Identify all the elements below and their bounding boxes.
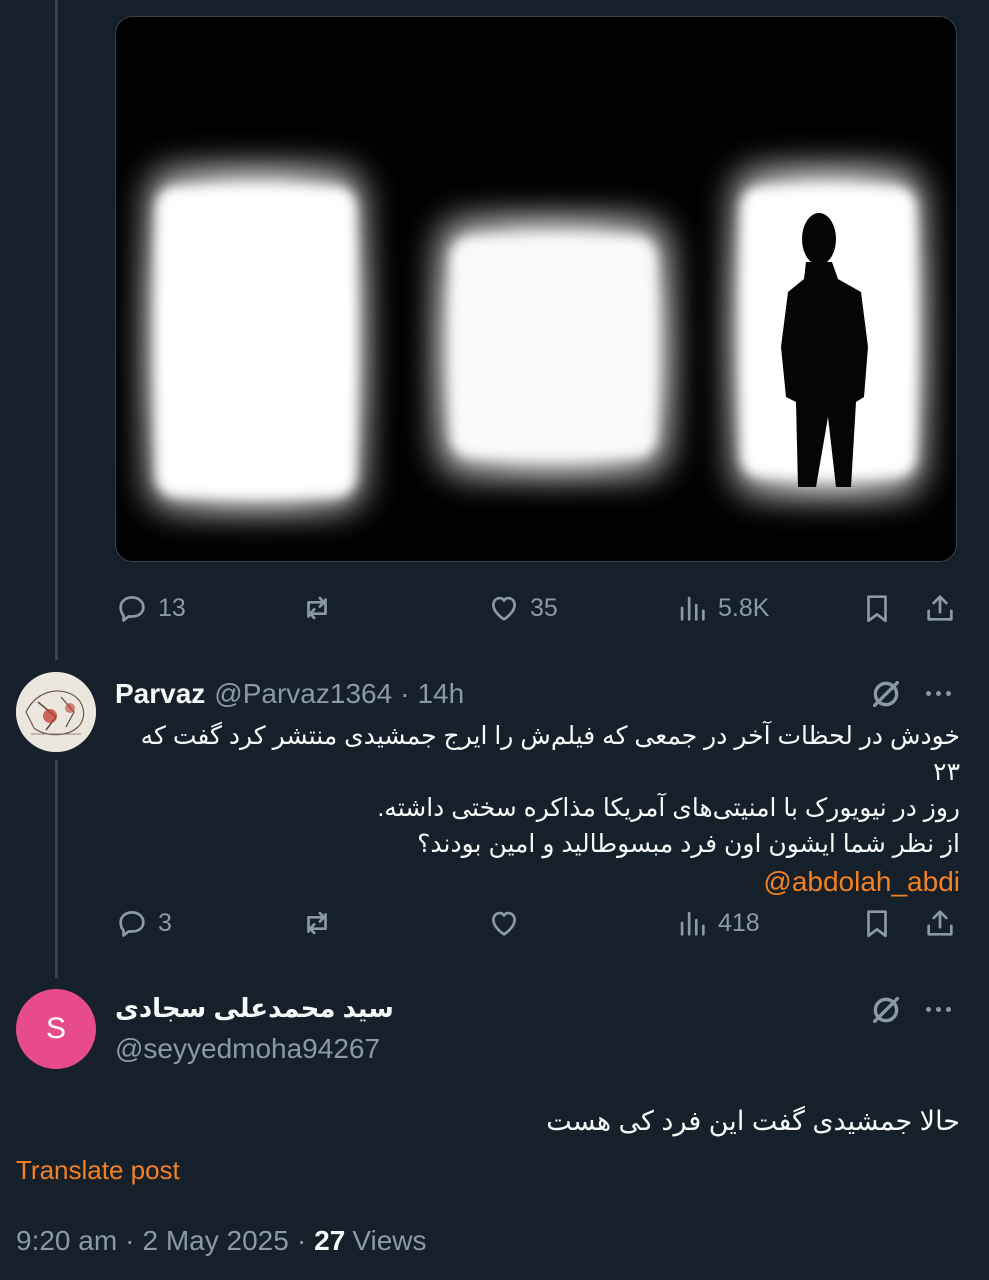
post-time[interactable]: 14h — [417, 678, 464, 710]
reply-count: 13 — [158, 593, 186, 622]
like-icon — [492, 911, 516, 936]
more-icon — [926, 691, 931, 696]
mention-link[interactable]: @abdolah_abdi — [115, 862, 960, 902]
post-image[interactable] — [115, 16, 957, 562]
reply-text-line: از نظر شما ایشون اون فرد مبسوطالید و امی… — [417, 830, 960, 858]
share-button[interactable] — [923, 588, 957, 628]
user-handle[interactable]: @Parvaz1364 — [214, 678, 392, 710]
repost-button[interactable] — [300, 588, 343, 628]
bookmark-icon — [867, 595, 887, 623]
repost-icon — [307, 596, 327, 620]
reply-text-line: خودش در لحظات آخر در جمعی که فیلم‌ش را ا… — [140, 722, 960, 786]
share-icon — [927, 910, 953, 936]
post-meta: 9:20 am · 2 May 2025 · 27 Views — [16, 1221, 427, 1261]
display-name[interactable]: Parvaz — [115, 678, 205, 710]
reply-icon — [119, 596, 145, 622]
like-button[interactable] — [487, 903, 530, 943]
more-button[interactable] — [926, 691, 951, 696]
grok-icon — [872, 996, 900, 1024]
like-icon — [492, 596, 516, 621]
reply-button[interactable]: 3 — [115, 903, 172, 943]
views-icon — [680, 911, 705, 936]
separator-dot: · — [400, 678, 410, 709]
grok-icon — [872, 680, 900, 708]
silhouette-doorways-image — [116, 17, 956, 561]
reply-button[interactable]: 13 — [115, 588, 186, 628]
thread-line-middle — [55, 760, 58, 978]
bookmark-button[interactable] — [860, 903, 894, 943]
views-button[interactable]: 418 — [675, 903, 760, 943]
more-icon — [926, 1007, 931, 1012]
views-label[interactable]: Views — [352, 1225, 426, 1257]
reply-count: 3 — [158, 908, 172, 937]
repost-button[interactable] — [300, 903, 343, 943]
display-name[interactable]: سید محمدعلی سجادی — [115, 990, 394, 1026]
reply-icon — [119, 911, 145, 937]
reply-text: خودش در لحظات آخر در جمعی که فیلم‌ش را ا… — [115, 718, 960, 902]
reply-action-bar: 3 418 — [115, 903, 960, 943]
share-button[interactable] — [923, 903, 957, 943]
views-icon — [680, 596, 705, 621]
separator-dot: · — [296, 1225, 307, 1256]
repost-icon — [307, 911, 327, 935]
like-count: 35 — [530, 593, 558, 622]
thread-line-top — [55, 0, 58, 660]
post-date[interactable]: 2 May 2025 — [143, 1225, 289, 1257]
more-button[interactable] — [926, 1007, 951, 1012]
avatar[interactable]: S — [16, 989, 96, 1069]
views-count: 418 — [718, 908, 760, 937]
reply-header: Parvaz @Parvaz1364 · 14h — [115, 676, 464, 712]
bookmark-icon — [867, 910, 887, 938]
grok-button[interactable] — [866, 990, 906, 1030]
views-count[interactable]: 27 — [314, 1225, 345, 1257]
avatar[interactable] — [16, 672, 96, 752]
user-handle[interactable]: @seyyedmoha94267 — [115, 1030, 380, 1068]
like-button[interactable]: 35 — [487, 588, 558, 628]
parvaz-avatar-art — [16, 672, 96, 752]
avatar-letter: S — [45, 1012, 66, 1045]
translate-post-link[interactable]: Translate post — [16, 1150, 180, 1190]
post-text: حالا جمشیدی گفت این فرد کی هست — [546, 1106, 960, 1136]
post-action-bar: 13 35 5.8K — [115, 588, 960, 628]
share-icon — [927, 595, 953, 621]
separator-dot: · — [125, 1225, 135, 1256]
reply-text-line: روز در نیویورک با امنیتی‌های آمریکا مذاک… — [377, 794, 960, 822]
grok-button[interactable] — [866, 674, 906, 714]
views-count: 5.8K — [718, 593, 770, 622]
post-time[interactable]: 9:20 am — [16, 1225, 117, 1257]
views-button[interactable]: 5.8K — [675, 588, 769, 628]
bookmark-button[interactable] — [860, 588, 894, 628]
